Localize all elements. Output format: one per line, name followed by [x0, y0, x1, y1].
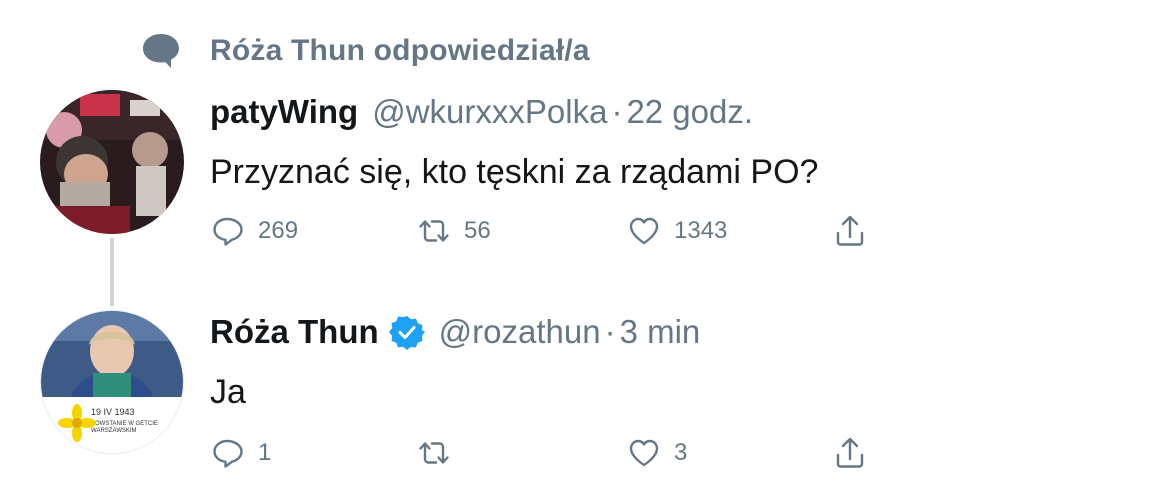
author-name[interactable]: patyWing	[210, 93, 358, 131]
speech-bubble-icon	[143, 34, 179, 68]
retweet-icon	[419, 442, 449, 464]
verified-badge-icon	[388, 316, 425, 350]
author-name[interactable]: Róża Thun	[210, 313, 379, 351]
thread-connector-line	[110, 238, 114, 306]
tweet-header: Róża Thun @rozathun · 3 min	[210, 306, 700, 358]
like-count: 3	[674, 439, 688, 466]
share-icon	[836, 215, 864, 246]
share-button[interactable]	[832, 208, 868, 254]
avatar-caption-line3: WARSZAWSKIM	[91, 428, 137, 434]
like-count: 1343	[674, 217, 728, 244]
share-button[interactable]	[832, 430, 868, 476]
reply-button[interactable]: 1	[210, 430, 271, 476]
avatar-photo	[40, 90, 184, 234]
author-handle[interactable]: @rozathun	[439, 313, 601, 351]
reply-count: 269	[258, 217, 299, 244]
timestamp[interactable]: 22 godz.	[626, 93, 753, 131]
tweet-text: Ja	[210, 373, 246, 411]
retweet-icon	[419, 220, 449, 242]
like-button[interactable]: 1343	[626, 208, 727, 254]
like-button[interactable]: 3	[626, 430, 687, 476]
share-icon	[836, 437, 864, 468]
avatar-patywing[interactable]	[40, 90, 184, 234]
reply-icon	[213, 439, 243, 468]
retweet-button[interactable]	[416, 430, 464, 476]
tweet-rozathun[interactable]: Róża Thun @rozathun · 3 min Ja	[210, 306, 700, 414]
avatar-rozathun[interactable]: 19 IV 1943 POWSTANIE W GETCIE WARSZAWSKI…	[40, 310, 184, 454]
separator-dot: ·	[611, 93, 623, 130]
avatar-photo: 19 IV 1943 POWSTANIE W GETCIE WARSZAWSKI…	[41, 311, 183, 453]
tweet-text: Przyznać się, kto tęskni za rządami PO?	[210, 153, 819, 191]
reply-button[interactable]: 269	[210, 208, 298, 254]
heart-icon	[629, 439, 659, 467]
tweet-patywing[interactable]: patyWing @wkurxxxPolka · 22 godz. Przyzn…	[210, 86, 818, 194]
timestamp[interactable]: 3 min	[620, 313, 701, 351]
context-label: Róża Thun odpowiedział/a	[210, 34, 590, 67]
author-handle[interactable]: @wkurxxxPolka	[372, 93, 607, 131]
tweet-header: patyWing @wkurxxxPolka · 22 godz.	[210, 86, 818, 138]
retweet-count: 56	[464, 217, 491, 244]
retweet-button[interactable]: 56	[416, 208, 491, 254]
heart-icon	[629, 217, 659, 245]
reply-count: 1	[258, 439, 272, 466]
avatar-caption-line1: 19 IV 1943	[91, 407, 135, 417]
social-context[interactable]: Róża Thun odpowiedział/a	[140, 28, 590, 74]
separator-dot: ·	[604, 313, 616, 350]
reply-icon	[213, 217, 243, 246]
avatar-caption-line2: POWSTANIE W GETCIE	[91, 421, 158, 427]
